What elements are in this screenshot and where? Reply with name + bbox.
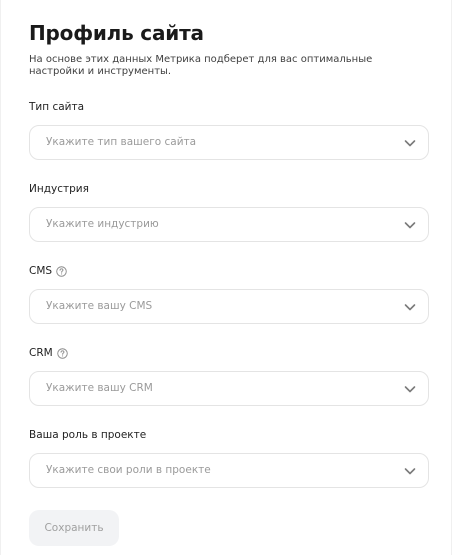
cms-label: CMS [29,265,67,277]
site-profile-panel: Профиль сайта На основе этих данных Метр… [0,0,452,555]
chevron-down-icon [404,140,416,147]
site-type-placeholder: Укажите тип вашего сайта [46,136,197,148]
question-circle-icon[interactable] [56,265,67,277]
crm-label-text: CRM [29,347,53,359]
site-type-label-text: Тип сайта [29,101,85,113]
crm-select[interactable]: Укажите вашу CRM [29,371,429,406]
page-title: Профиль сайта [29,21,204,45]
project-role-select[interactable]: Укажите свои роли в проекте [29,453,429,488]
project-role-label-text: Ваша роль в проекте [29,429,147,441]
page-subtitle: На основе этих данных Метрика подберет д… [29,54,373,77]
chevron-down-icon [404,222,416,229]
project-role-label: Ваша роль в проекте [29,429,146,441]
question-circle-icon[interactable] [56,347,68,359]
cms-select[interactable]: Укажите вашу CMS [29,289,429,324]
site-type-select[interactable]: Укажите тип вашего сайта [29,125,429,160]
chevron-down-icon [404,468,416,475]
crm-placeholder: Укажите вашу CRM [46,382,153,394]
industry-label-text: Индустрия [29,183,89,195]
chevron-down-icon [404,386,416,393]
crm-label: CRM [29,347,68,359]
chevron-down-icon [404,304,416,311]
industry-select[interactable]: Укажите индустрию [29,207,429,242]
cms-placeholder: Укажите вашу CMS [46,300,153,312]
site-type-label: Тип сайта [29,101,84,113]
save-button[interactable]: Сохранить [29,510,119,546]
industry-placeholder: Укажите индустрию [46,218,159,230]
project-role-placeholder: Укажите свои роли в проекте [46,464,211,476]
industry-label: Индустрия [29,183,89,195]
cms-label-text: CMS [29,265,53,277]
